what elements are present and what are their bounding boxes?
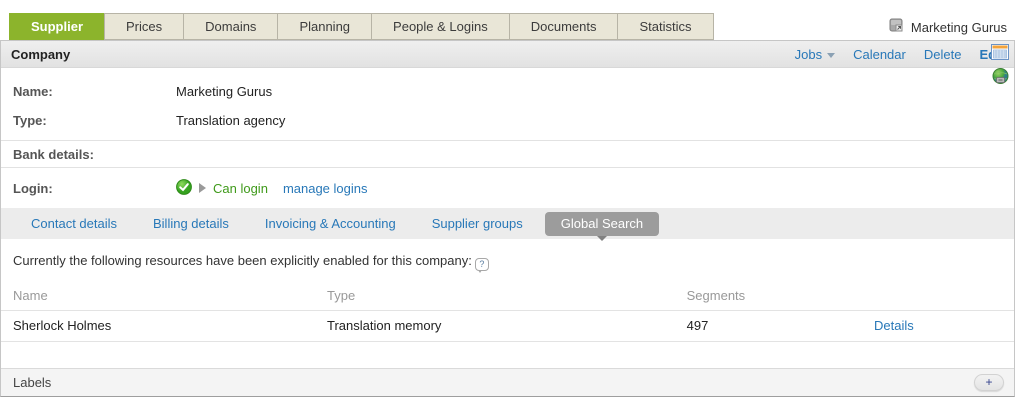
column-header-name: Name [1, 282, 315, 311]
company-panel: Company Jobs Calendar Delete Edit Name: … [0, 40, 1015, 397]
company-header-bar: Company Jobs Calendar Delete Edit [1, 41, 1014, 68]
cell-resource-name: Sherlock Holmes [1, 311, 315, 342]
cell-resource-type: Translation memory [315, 311, 675, 342]
login-value: Can login manage logins [176, 179, 368, 198]
cell-resource-segments: 497 [675, 311, 862, 342]
column-header-actions [862, 282, 1014, 311]
calendar-icon[interactable] [991, 44, 1009, 63]
bank-details-section: Bank details: [1, 140, 1014, 167]
type-value: Translation agency [176, 113, 285, 128]
subtab-global-search-active[interactable]: Global Search [545, 212, 659, 236]
labels-label: Labels [13, 375, 51, 390]
main-tabbar: Supplier Prices Domains Planning People … [10, 13, 714, 40]
labels-bar: Labels + [1, 368, 1014, 396]
tab-people-logins[interactable]: People & Logins [371, 13, 510, 40]
column-header-segments: Segments [675, 282, 862, 311]
row-icon-column [991, 44, 1009, 88]
login-section: Login: Can login manage logins [1, 167, 1014, 208]
jobs-menu[interactable]: Jobs [795, 47, 835, 62]
company-fields-section: Name: Marketing Gurus Type: Translation … [1, 68, 1014, 140]
tab-statistics[interactable]: Statistics [617, 13, 713, 40]
type-label: Type: [13, 113, 176, 128]
table-header-row: Name Type Segments [1, 282, 1014, 311]
header-actions: Jobs Calendar Delete Edit [795, 47, 1004, 62]
subtab-supplier-groups[interactable]: Supplier groups [432, 216, 523, 231]
tab-supplier[interactable]: Supplier [9, 13, 105, 40]
column-header-type: Type [315, 282, 675, 311]
details-link[interactable]: Details [874, 318, 914, 333]
add-label-button[interactable]: + [974, 374, 1004, 391]
tab-prices[interactable]: Prices [104, 13, 184, 40]
login-status: Can login [213, 181, 268, 196]
chevron-down-icon [827, 53, 835, 58]
resources-intro: Currently the following resources have b… [1, 239, 1014, 282]
name-row: Name: Marketing Gurus [1, 77, 1014, 106]
subtab-invoicing-accounting[interactable]: Invoicing & Accounting [265, 216, 396, 231]
subtab-contact-details[interactable]: Contact details [31, 216, 117, 231]
calendar-link[interactable]: Calendar [853, 47, 906, 62]
context-entity: Marketing Gurus [889, 18, 1007, 36]
expander-arrow-icon[interactable] [199, 183, 206, 193]
tab-documents[interactable]: Documents [509, 13, 619, 40]
subtab-billing-details[interactable]: Billing details [153, 216, 229, 231]
manage-logins-link[interactable]: manage logins [283, 181, 368, 196]
green-check-icon [176, 179, 192, 198]
delete-link[interactable]: Delete [924, 47, 962, 62]
window-shortcut-icon[interactable] [889, 18, 904, 36]
name-label: Name: [13, 84, 176, 99]
help-icon[interactable]: ? [475, 258, 489, 271]
login-label: Login: [13, 181, 176, 196]
bank-details-label: Bank details: [13, 147, 94, 162]
global-search-content: Currently the following resources have b… [1, 239, 1014, 396]
globe-icon[interactable] [992, 68, 1009, 88]
name-value: Marketing Gurus [176, 84, 272, 99]
resources-table: Name Type Segments Sherlock Holmes Trans… [1, 282, 1014, 342]
context-entity-name: Marketing Gurus [911, 20, 1007, 35]
table-row: Sherlock Holmes Translation memory 497 D… [1, 311, 1014, 342]
tab-domains[interactable]: Domains [183, 13, 278, 40]
tab-planning[interactable]: Planning [277, 13, 372, 40]
panel-title: Company [11, 47, 70, 62]
type-row: Type: Translation agency [1, 106, 1014, 135]
sub-tabbar: Contact details Billing details Invoicin… [1, 208, 1014, 239]
